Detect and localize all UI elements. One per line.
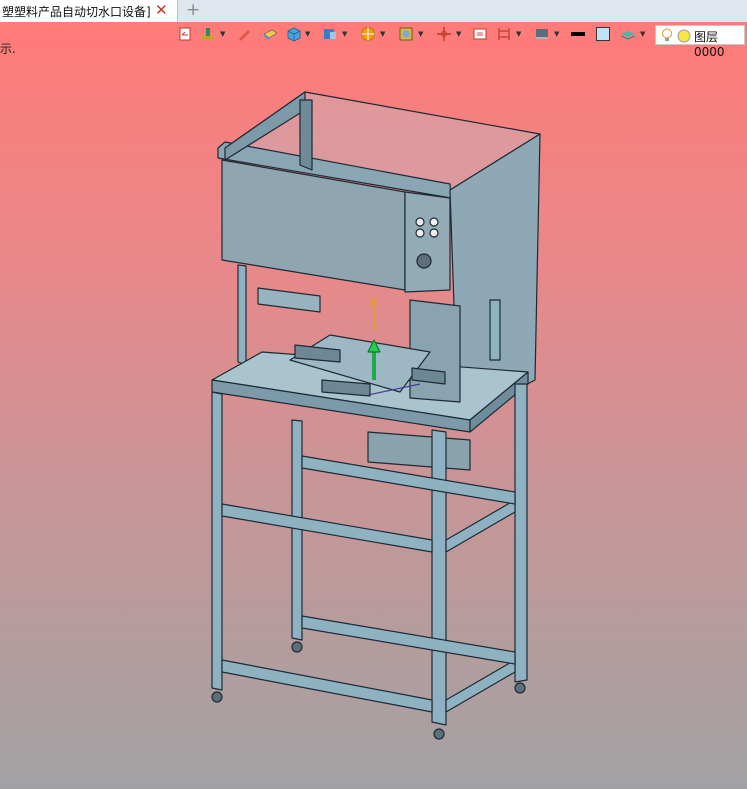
machine-3d-model[interactable]: Y: [0, 0, 747, 789]
control-panel: [404, 191, 451, 293]
leg-back-right: [514, 383, 528, 683]
y-axis-label: Y: [368, 295, 377, 309]
leg-front-right: [431, 429, 447, 726]
leg-front-left: [211, 391, 223, 691]
